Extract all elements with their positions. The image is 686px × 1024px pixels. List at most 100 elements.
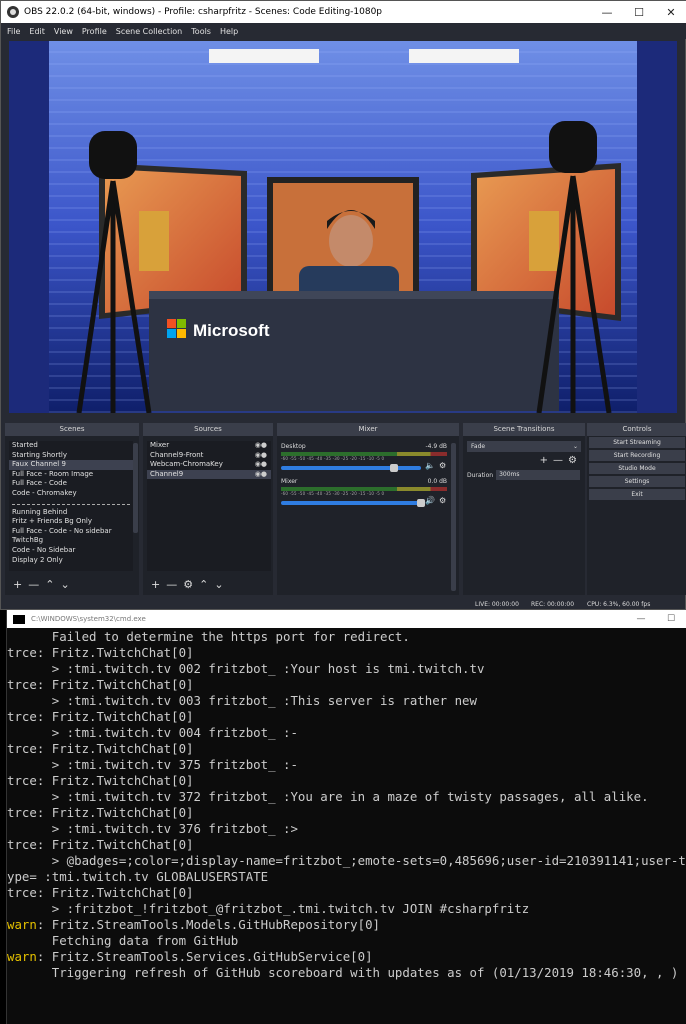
cmd-window-title: C:\WINDOWS\system32\cmd.exe <box>31 615 146 623</box>
scene-item[interactable]: Full Face - Code <box>9 479 133 489</box>
volume-slider-handle[interactable] <box>416 498 425 507</box>
scene-item[interactable]: Starting Shortly <box>9 451 133 461</box>
add-icon[interactable]: + <box>13 578 22 591</box>
mixer-dock-title: Mixer <box>277 423 459 436</box>
log-text: > :tmi.twitch.tv 003 fritzbot_ :This ser… <box>7 693 477 708</box>
menu-tools[interactable]: Tools <box>191 27 211 36</box>
scene-separator <box>12 499 130 505</box>
source-item[interactable]: Channel9 ◉● <box>147 469 271 480</box>
remove-icon[interactable]: — <box>553 455 563 466</box>
add-icon[interactable]: + <box>540 455 548 466</box>
log-text: : Fritz.StreamTools.Models.GitHubReposit… <box>36 917 380 932</box>
log-text: Failed to determine the https port for r… <box>7 629 410 644</box>
eye-lock-icon[interactable]: ◉● <box>255 441 267 451</box>
eye-lock-icon[interactable]: ◉● <box>255 460 267 470</box>
eye-lock-icon[interactable]: ◉● <box>255 470 267 480</box>
obs-titlebar[interactable]: OBS 22.0.2 (64-bit, windows) - Profile: … <box>1 1 686 23</box>
scenes-scrollbar[interactable] <box>133 443 138 533</box>
close-icon[interactable]: ✕ <box>655 1 686 23</box>
settings-button[interactable]: Settings <box>589 476 685 487</box>
log-text: : Fritz.TwitchChat[0] <box>36 677 194 692</box>
transition-select-value: Fade <box>471 443 486 450</box>
transitions-dock: Scene Transitions Fade ⌄ + — ⚙ Duration … <box>463 423 585 595</box>
speaker-muted-icon[interactable]: 🔈 <box>425 461 435 470</box>
cmd-titlebar[interactable]: C:\WINDOWS\system32\cmd.exe — ☐ <box>7 610 686 628</box>
menu-view[interactable]: View <box>54 27 73 36</box>
console-line: ype= :tmi.twitch.tv GLOBALUSERSTATE <box>7 869 686 885</box>
speaker-icon[interactable]: 🔊 <box>425 496 435 505</box>
menu-scene-collection[interactable]: Scene Collection <box>116 27 183 36</box>
minimize-icon[interactable]: — <box>626 614 656 624</box>
remove-icon[interactable]: — <box>166 578 177 591</box>
duration-input[interactable]: 300ms <box>496 470 581 480</box>
volume-slider[interactable] <box>281 498 425 507</box>
scene-item[interactable]: Started <box>9 441 133 451</box>
scenes-toolbar: + — ⌃ ⌄ <box>13 578 70 591</box>
scene-item[interactable]: Display 2 Only <box>9 556 133 566</box>
scene-item[interactable]: Full Face - Code - No sidebar <box>9 527 133 537</box>
move-up-icon[interactable]: ⌃ <box>45 578 54 591</box>
add-icon[interactable]: + <box>151 578 160 591</box>
source-item[interactable]: Webcam-ChromaKey ◉● <box>147 460 271 470</box>
maximize-icon[interactable]: ☐ <box>656 614 686 624</box>
mixer-track-desktop: Desktop -4.9 dB -60 -55 -50 -45 -40 -35 -… <box>281 443 447 472</box>
transitions-dock-title: Scene Transitions <box>463 423 585 436</box>
console-output[interactable]: Failed to determine the https port for r… <box>7 628 686 981</box>
scene-item[interactable]: TwitchBg <box>9 536 133 546</box>
menu-file[interactable]: File <box>7 27 20 36</box>
track-db: 0.0 dB <box>427 478 447 485</box>
menu-help[interactable]: Help <box>220 27 238 36</box>
console-line: > :tmi.twitch.tv 376 fritzbot_ :> <box>7 821 686 837</box>
minimize-icon[interactable]: — <box>591 1 623 23</box>
transition-toolbar: + — ⚙ <box>540 455 577 466</box>
console-line: > :tmi.twitch.tv 375 fritzbot_ :- <box>7 757 686 773</box>
obs-window-title: OBS 22.0.2 (64-bit, windows) - Profile: … <box>24 7 383 17</box>
gear-icon[interactable]: ⚙ <box>183 578 193 591</box>
start-recording-button[interactable]: Start Recording <box>589 450 685 461</box>
preview-canvas[interactable]: Microsoft <box>9 41 677 413</box>
mixer-scrollbar[interactable] <box>451 443 456 591</box>
transition-select[interactable]: Fade ⌄ <box>467 441 581 452</box>
menu-profile[interactable]: Profile <box>82 27 107 36</box>
remove-icon[interactable]: — <box>28 578 39 591</box>
console-line: trce: Fritz.TwitchChat[0] <box>7 645 686 661</box>
move-up-icon[interactable]: ⌃ <box>199 578 208 591</box>
dock-row: Scenes Started Starting Shortly Faux Cha… <box>1 423 686 595</box>
menu-edit[interactable]: Edit <box>29 27 45 36</box>
source-item[interactable]: Mixer ◉● <box>147 441 271 451</box>
log-text: ype= :tmi.twitch.tv GLOBALUSERSTATE <box>7 869 269 884</box>
exit-button[interactable]: Exit <box>589 489 685 500</box>
volume-slider[interactable] <box>281 463 421 472</box>
eye-lock-icon[interactable]: ◉● <box>255 451 267 461</box>
sources-dock-title: Sources <box>143 423 273 436</box>
move-down-icon[interactable]: ⌄ <box>60 578 69 591</box>
cpu-fps: CPU: 6.3%, 60.00 fps <box>587 601 651 608</box>
scene-item[interactable]: Full Face - Room Image <box>9 470 133 480</box>
scene-item-selected[interactable]: Faux Channel 9 <box>9 460 133 470</box>
move-down-icon[interactable]: ⌄ <box>214 578 223 591</box>
console-line: warn: Fritz.StreamTools.Models.GitHubRep… <box>7 917 686 933</box>
log-text: : Fritz.TwitchChat[0] <box>36 709 194 724</box>
source-item[interactable]: Channel9-Front ◉● <box>147 451 271 461</box>
console-line: > @badges=;color=;display-name=fritzbot_… <box>7 853 686 869</box>
console-line: trce: Fritz.TwitchChat[0] <box>7 677 686 693</box>
scene-item[interactable]: Code - Chromakey <box>9 489 133 499</box>
gear-icon[interactable]: ⚙ <box>568 455 577 466</box>
console-line: warn: Fritz.StreamTools.Services.GitHubS… <box>7 949 686 965</box>
volume-slider-handle[interactable] <box>390 463 399 472</box>
log-level: trce <box>7 645 37 660</box>
live-timer: LIVE: 00:00:00 <box>475 601 519 608</box>
gear-icon[interactable]: ⚙ <box>439 496 446 505</box>
gear-icon[interactable]: ⚙ <box>439 461 446 470</box>
scene-item[interactable]: Fritz + Friends Bg Only <box>9 517 133 527</box>
log-text: : Fritz.TwitchChat[0] <box>36 805 194 820</box>
maximize-icon[interactable]: ☐ <box>623 1 655 23</box>
console-line: Fetching data from GitHub <box>7 933 686 949</box>
log-text: Triggering refresh of GitHub scoreboard … <box>7 965 679 980</box>
scene-item[interactable]: Code - No Sidebar <box>9 546 133 556</box>
scene-item[interactable]: Running Behind <box>9 508 133 518</box>
start-streaming-button[interactable]: Start Streaming <box>589 437 685 448</box>
log-text: : Fritz.TwitchChat[0] <box>36 773 194 788</box>
console-line: trce: Fritz.TwitchChat[0] <box>7 741 686 757</box>
studio-mode-button[interactable]: Studio Mode <box>589 463 685 474</box>
